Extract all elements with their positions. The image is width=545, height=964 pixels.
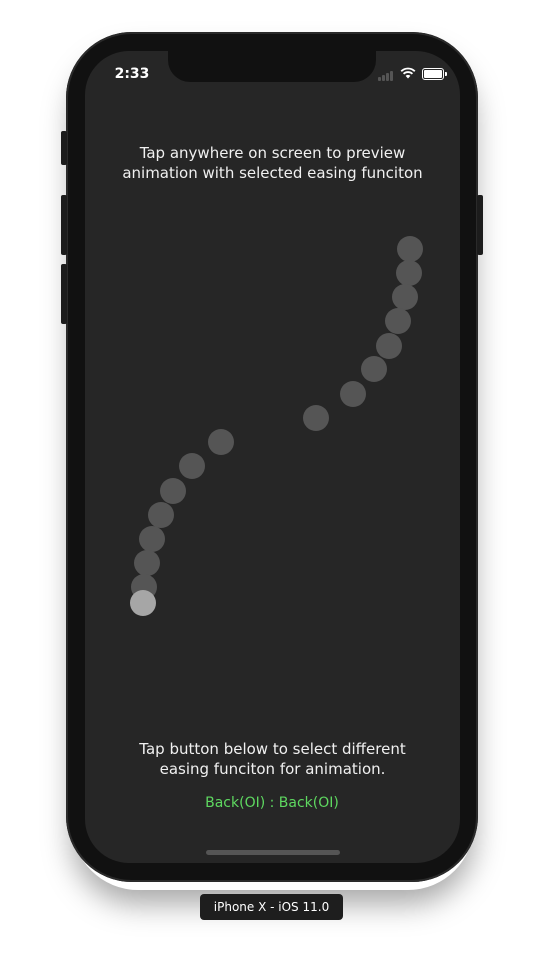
wifi-icon (400, 67, 416, 79)
device-label: iPhone X - iOS 11.0 (200, 894, 343, 920)
preview-instructions-line1: Tap anywhere on screen to preview (139, 144, 406, 162)
status-time: 2:33 (114, 66, 150, 82)
home-indicator[interactable] (206, 850, 340, 855)
battery-icon (422, 68, 444, 80)
preview-instructions-line2: animation with selected easing funciton (122, 164, 423, 182)
easing-instructions-line2: easing funciton for animation. (159, 760, 386, 778)
trail-dot (134, 550, 160, 576)
trail-dot (303, 405, 329, 431)
trail-dot (160, 478, 186, 504)
active-dot (130, 590, 156, 616)
notch (168, 44, 376, 82)
side-button-silent (61, 131, 67, 165)
side-button-volume-up (61, 195, 67, 255)
trail-dot (397, 236, 423, 262)
trail-dot (361, 356, 387, 382)
trail-dot (385, 308, 411, 334)
preview-instructions: Tap anywhere on screen to preview animat… (95, 143, 450, 183)
trail-dot (392, 284, 418, 310)
easing-select-button[interactable]: Back(OI) : Back(OI) (172, 793, 372, 813)
side-button-volume-down (61, 264, 67, 324)
side-button-power (477, 195, 483, 255)
battery-tip (445, 72, 447, 76)
easing-instructions: Tap button below to select different eas… (95, 739, 450, 779)
trail-dot (148, 502, 174, 528)
trail-dot (208, 429, 234, 455)
trail-dot (376, 333, 402, 359)
trail-dot (396, 260, 422, 286)
trail-dot (139, 526, 165, 552)
trail-dot (340, 381, 366, 407)
trail-dot (179, 453, 205, 479)
easing-instructions-line1: Tap button below to select different (139, 740, 406, 758)
